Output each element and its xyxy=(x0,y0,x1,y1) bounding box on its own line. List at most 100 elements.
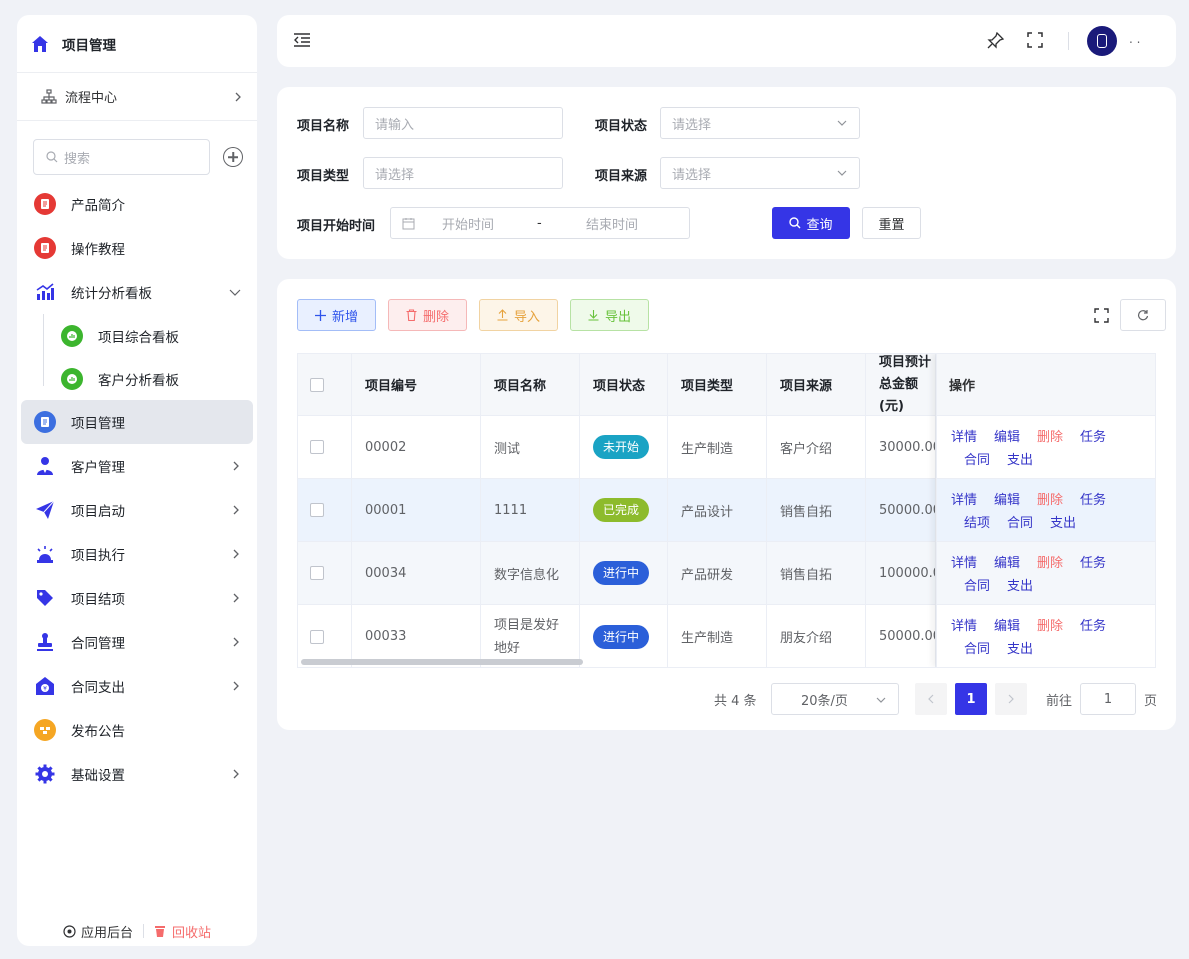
row-checkbox[interactable] xyxy=(310,440,324,454)
sidebar-item-project-dashboard[interactable]: 项目综合看板 xyxy=(17,314,257,357)
contract-link[interactable]: 合同 xyxy=(1007,512,1050,535)
task-link[interactable]: 任务 xyxy=(1080,615,1123,638)
sidebar-item-customer-management[interactable]: 客户管理 xyxy=(17,444,257,488)
sidebar-header[interactable]: 项目管理 xyxy=(17,15,257,73)
sidebar-item-stats-dashboard[interactable]: 统计分析看板 xyxy=(17,270,257,314)
delete-button[interactable]: 删除 xyxy=(388,299,467,331)
detail-link[interactable]: 详情 xyxy=(951,489,994,512)
app-title: 项目管理 xyxy=(62,37,116,54)
fullscreen-icon[interactable] xyxy=(1094,308,1109,323)
contract-link[interactable]: 合同 xyxy=(964,638,1007,661)
edit-link[interactable]: 编辑 xyxy=(994,426,1037,449)
page-unit-label: 页 xyxy=(1144,693,1158,709)
row-checkbox[interactable] xyxy=(310,629,324,644)
export-button[interactable]: 导出 xyxy=(570,299,649,331)
document-icon xyxy=(34,193,56,215)
project-source-select[interactable]: 请选择 xyxy=(660,157,860,189)
expense-link[interactable]: 支出 xyxy=(1007,575,1050,598)
sidebar-item-announcement[interactable]: 发布公告 xyxy=(17,708,257,752)
edit-link[interactable]: 编辑 xyxy=(994,489,1037,512)
row-checkbox[interactable] xyxy=(310,566,324,580)
cell-name: 测试 xyxy=(481,416,580,478)
project-type-input[interactable]: 请选择 xyxy=(363,157,563,189)
sidebar-search-input[interactable]: 搜索 xyxy=(33,139,211,175)
next-page-button[interactable] xyxy=(995,683,1027,715)
delete-link[interactable]: 删除 xyxy=(1037,552,1080,575)
admin-link[interactable]: 应用后台 xyxy=(81,922,133,941)
task-link[interactable]: 任务 xyxy=(1080,552,1123,575)
top-bar: . . xyxy=(277,15,1176,67)
avatar[interactable] xyxy=(1087,26,1117,56)
column-header[interactable]: 项目编号 xyxy=(352,354,481,415)
edit-link[interactable]: 编辑 xyxy=(994,552,1037,575)
recycle-link[interactable]: 回收站 xyxy=(172,922,211,941)
project-name-input[interactable]: 请输入 xyxy=(363,107,563,139)
task-link[interactable]: 任务 xyxy=(1080,489,1123,512)
chevron-down-icon xyxy=(229,289,241,296)
import-button[interactable]: 导入 xyxy=(479,299,558,331)
add-button[interactable]: 新增 xyxy=(297,299,376,331)
row-checkbox[interactable] xyxy=(310,503,324,517)
column-header[interactable]: 项目类型 xyxy=(668,354,767,415)
expense-link[interactable]: 支出 xyxy=(1050,512,1093,535)
sidebar-item-tutorial[interactable]: 操作教程 xyxy=(17,226,257,270)
sidebar-item-basic-settings[interactable]: 基础设置 xyxy=(17,752,257,796)
cell-amount: 100000.00 xyxy=(866,542,936,604)
reset-button[interactable]: 重置 xyxy=(862,207,921,239)
reset-label: 重置 xyxy=(878,217,905,233)
goto-page-input[interactable]: 1 xyxy=(1080,683,1136,715)
cell-code: 00034 xyxy=(352,542,481,604)
flow-center-link[interactable]: 流程中心 xyxy=(17,73,257,121)
detail-link[interactable]: 详情 xyxy=(951,426,994,449)
sidebar-item-product-intro[interactable]: 产品简介 xyxy=(17,182,257,226)
sidebar-item-project-closing[interactable]: 项目结项 xyxy=(17,576,257,620)
sidebar-item-project-management[interactable]: 项目管理 xyxy=(21,400,253,444)
contract-link[interactable]: 合同 xyxy=(964,449,1007,472)
column-header[interactable]: 项目预计总金额(元) xyxy=(866,354,936,415)
detail-link[interactable]: 详情 xyxy=(951,552,994,575)
download-icon xyxy=(588,310,599,321)
settings-circle-icon xyxy=(63,924,76,938)
sidebar-item-label: 客户分析看板 xyxy=(98,372,179,389)
alarm-light-icon xyxy=(37,546,53,563)
delete-link[interactable]: 删除 xyxy=(1037,615,1080,638)
add-circle-icon[interactable] xyxy=(223,147,243,167)
select-placeholder: 请选择 xyxy=(672,117,712,133)
chart-circle-icon xyxy=(61,367,83,390)
fullscreen-icon[interactable] xyxy=(1027,32,1043,48)
sidebar-item-contract-management[interactable]: 合同管理 xyxy=(17,620,257,664)
pin-icon[interactable] xyxy=(987,32,1004,49)
detail-link[interactable]: 详情 xyxy=(951,615,994,638)
delete-link[interactable]: 删除 xyxy=(1037,489,1080,512)
expense-link[interactable]: 支出 xyxy=(1007,638,1050,661)
horizontal-scrollbar[interactable] xyxy=(301,659,583,665)
page-number-current[interactable]: 1 xyxy=(955,683,987,715)
menu-fold-icon[interactable] xyxy=(293,32,311,48)
delete-link[interactable]: 删除 xyxy=(1037,426,1080,449)
column-header[interactable]: 项目名称 xyxy=(481,354,580,415)
refresh-button[interactable] xyxy=(1120,299,1166,331)
status-badge: 进行中 xyxy=(593,624,650,649)
close-project-link[interactable]: 结项 xyxy=(964,512,1007,535)
project-status-select[interactable]: 请选择 xyxy=(660,107,860,139)
select-all-checkbox[interactable] xyxy=(310,377,324,392)
sidebar-item-project-start[interactable]: 项目启动 xyxy=(17,488,257,532)
column-header[interactable]: 项目来源 xyxy=(767,354,866,415)
sidebar-item-contract-expense[interactable]: ¥ 合同支出 xyxy=(17,664,257,708)
task-link[interactable]: 任务 xyxy=(1080,426,1123,449)
query-button[interactable]: 查询 xyxy=(772,207,850,239)
date-range-picker[interactable]: 开始时间 - 结束时间 xyxy=(390,207,690,239)
sidebar-item-customer-dashboard[interactable]: 客户分析看板 xyxy=(17,357,257,400)
prev-page-button[interactable] xyxy=(915,683,947,715)
sidebar-item-project-execution[interactable]: 项目执行 xyxy=(17,532,257,576)
edit-link[interactable]: 编辑 xyxy=(994,615,1037,638)
expense-link[interactable]: 支出 xyxy=(1007,449,1050,472)
flow-center-label: 流程中心 xyxy=(65,91,118,106)
announcement-icon xyxy=(34,719,56,741)
page-size-select[interactable]: 20条/页 xyxy=(771,683,899,715)
project-source-label: 项目来源 xyxy=(595,169,648,184)
column-header[interactable]: 项目状态 xyxy=(580,354,668,415)
table-panel: 新增 删除 导入 导出 项目编号 项目名称 项目状态 项目类型 项目来源 项目预… xyxy=(277,279,1176,730)
contract-link[interactable]: 合同 xyxy=(964,575,1007,598)
username[interactable]: . . xyxy=(1129,32,1140,46)
